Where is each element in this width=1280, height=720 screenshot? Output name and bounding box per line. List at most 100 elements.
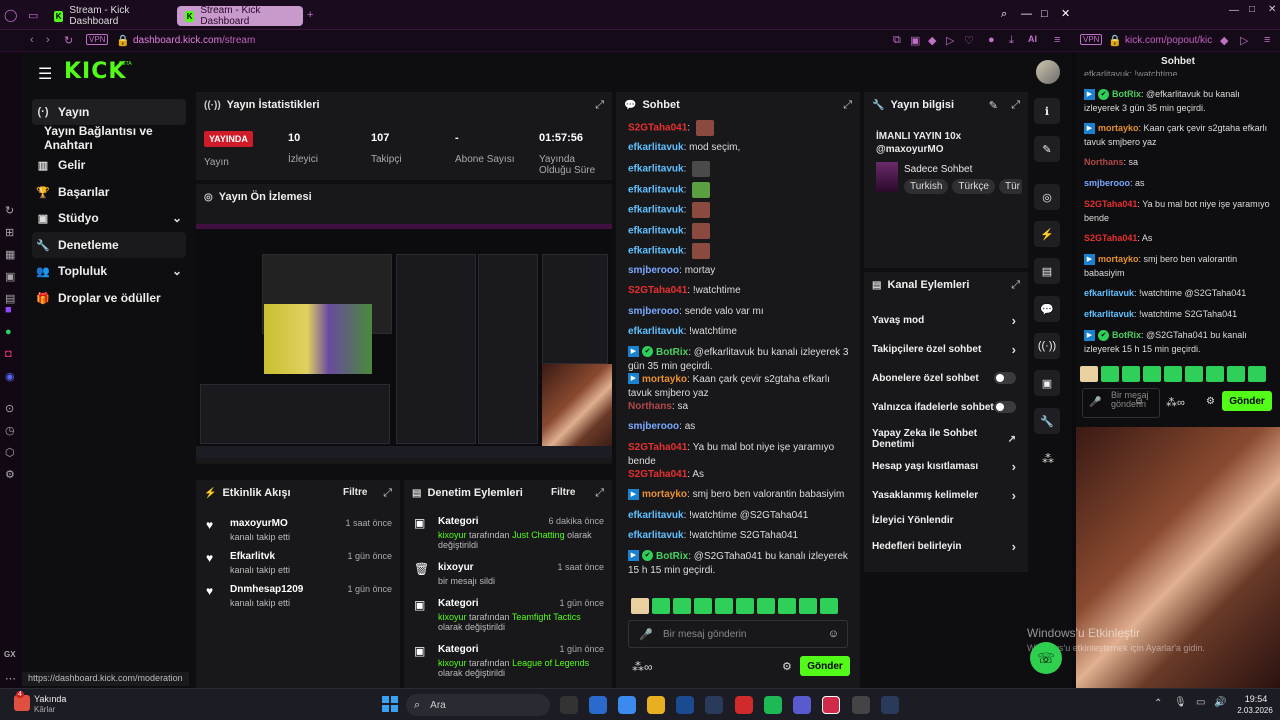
chat-username[interactable]: smjberooo bbox=[628, 421, 679, 432]
chat-input[interactable]: 🎤 Bir mesaj gönderin ☺ bbox=[628, 620, 848, 648]
chat-username[interactable]: efkarlitavuk bbox=[1084, 309, 1134, 319]
whatsapp-icon[interactable]: ● bbox=[5, 326, 12, 338]
chat-username[interactable]: S2GTaha041 bbox=[628, 285, 687, 296]
messenger-icon[interactable]: ▣ bbox=[5, 270, 15, 283]
chat-settings-icon[interactable]: ⚙ bbox=[782, 660, 792, 673]
emoji-icon[interactable]: ☺ bbox=[1134, 396, 1144, 407]
opera-icon[interactable] bbox=[735, 696, 753, 714]
nav-item-studyo[interactable]: ▣ Stüdyo ⌄ bbox=[32, 205, 186, 231]
menu-icon[interactable]: ≡ bbox=[1054, 34, 1060, 46]
emoji-icon[interactable]: ☺ bbox=[828, 628, 839, 640]
modactions-filter-button[interactable]: Filtre bbox=[551, 487, 575, 498]
emote-icon[interactable] bbox=[820, 598, 838, 614]
mic-tray-icon[interactable]: 🎙 bbox=[1174, 697, 1187, 708]
chat-username[interactable]: efkarlitavuk bbox=[628, 326, 684, 337]
chat-username[interactable]: smjberooo bbox=[628, 306, 679, 317]
hamburger-menu-icon[interactable]: ☰ bbox=[38, 64, 52, 84]
twitch-icon[interactable]: ■ bbox=[5, 304, 12, 316]
browser-tab-2-active[interactable]: K Stream - Kick Dashboard bbox=[177, 5, 303, 27]
pencil-icon[interactable]: ✎ bbox=[1034, 136, 1060, 162]
emote-icon[interactable] bbox=[1227, 366, 1245, 382]
expand-icon[interactable]: ⤢ bbox=[1011, 279, 1020, 292]
popout-minimize-icon[interactable]: — bbox=[1229, 5, 1239, 16]
nav-item-topluluk[interactable]: 👥 Topluluk ⌄ bbox=[32, 258, 186, 284]
info-icon[interactable]: ℹ bbox=[1034, 98, 1060, 124]
emote-icon[interactable] bbox=[652, 598, 670, 614]
network-icon[interactable]: ▭ bbox=[1196, 697, 1205, 708]
cube-icon[interactable]: ⬡ bbox=[5, 446, 15, 459]
edit-icon[interactable]: ✎ bbox=[989, 99, 998, 112]
emote-icon[interactable] bbox=[1206, 366, 1224, 382]
popout-shield-icon[interactable]: ◆ bbox=[1220, 34, 1228, 47]
kick-logo[interactable]: KICK bbox=[64, 59, 126, 84]
emote-icon[interactable] bbox=[1080, 366, 1098, 382]
vpn-badge[interactable]: VPN bbox=[86, 34, 109, 45]
chat-username[interactable]: efkarlitavuk bbox=[1084, 288, 1134, 298]
search-tabs-icon[interactable]: ⌕ bbox=[1001, 8, 1007, 21]
expand-icon[interactable]: ⤢ bbox=[1011, 99, 1020, 112]
shield-icon[interactable]: ◆ bbox=[928, 34, 936, 47]
reload-icon[interactable]: ↻ bbox=[64, 34, 73, 47]
opera-logo-icon[interactable]: ◯ bbox=[4, 8, 17, 22]
chat-username[interactable]: S2GTaha041 bbox=[1084, 233, 1137, 243]
emote-icon[interactable] bbox=[1248, 366, 1266, 382]
emote-icon[interactable] bbox=[757, 598, 775, 614]
windows-start-icon[interactable] bbox=[382, 696, 398, 712]
list-icon[interactable]: ▤ bbox=[1034, 258, 1060, 284]
chat-username[interactable]: Northans bbox=[628, 401, 672, 412]
ai-button[interactable]: AI bbox=[1028, 34, 1037, 44]
points-icon[interactable]: ⁂∞ bbox=[1166, 396, 1185, 409]
tray-chevron-icon[interactable]: ⌃ bbox=[1154, 698, 1162, 709]
activity-filter-button[interactable]: Filtre bbox=[343, 487, 367, 498]
instagram-icon[interactable]: ◘ bbox=[5, 348, 12, 360]
nav-item-stream-key[interactable]: Yayın Bağlantısı ve Anahtarı bbox=[32, 124, 192, 152]
steam-icon[interactable] bbox=[705, 696, 723, 714]
url-field[interactable]: dashboard.kick.com/stream bbox=[133, 35, 255, 46]
popout-close-icon[interactable]: ✕ bbox=[1268, 4, 1276, 15]
discord-icon[interactable]: ◉ bbox=[5, 370, 15, 383]
preview-toggle-icon[interactable]: ◎ bbox=[1034, 184, 1060, 210]
widgets-icon[interactable] bbox=[589, 696, 607, 714]
tag[interactable]: Turkish bbox=[904, 179, 949, 194]
steam-2-icon[interactable] bbox=[881, 696, 899, 714]
emote-icon[interactable] bbox=[631, 598, 649, 614]
chat-username[interactable]: efkarlitavuk bbox=[628, 205, 684, 216]
popout-settings-icon[interactable]: ⚙ bbox=[1206, 396, 1215, 407]
emote-icon[interactable] bbox=[694, 598, 712, 614]
expand-icon[interactable]: ⤢ bbox=[595, 99, 604, 112]
stream-category[interactable]: Sadece Sohbet bbox=[904, 164, 972, 175]
emote-icon[interactable] bbox=[1122, 366, 1140, 382]
channel-action-raid[interactable]: İzleyici Yönlendir bbox=[872, 510, 1020, 530]
channel-action-emote-only[interactable]: Yalnızca ifadelerle sohbet bbox=[872, 397, 1020, 417]
popout-maximize-icon[interactable]: □ bbox=[1249, 4, 1255, 15]
new-tab-icon[interactable]: + bbox=[307, 9, 313, 21]
chat-username[interactable]: BotRix bbox=[1112, 89, 1141, 99]
chat-username[interactable]: efkarlitavuk bbox=[628, 225, 684, 236]
settings-icon[interactable]: ⚙ bbox=[5, 468, 15, 481]
broadcast-toggle-icon[interactable]: ((·)) bbox=[1034, 333, 1060, 359]
store-icon[interactable]: ⊞ bbox=[5, 226, 14, 239]
chat-username[interactable]: efkarlitavuk bbox=[628, 530, 684, 541]
extension-icon[interactable]: ⧉ bbox=[893, 34, 901, 47]
chat-username[interactable]: mortayko bbox=[642, 374, 687, 385]
popout-play-icon[interactable]: ▷ bbox=[1240, 34, 1248, 47]
popout-url-field[interactable]: kick.com/popout/kic bbox=[1125, 35, 1212, 46]
chat-username[interactable]: BotRix bbox=[1112, 330, 1141, 340]
nav-item-droplar[interactable]: 🎁 Droplar ve ödüller bbox=[32, 285, 186, 311]
toggle-switch[interactable] bbox=[994, 401, 1016, 413]
expand-icon[interactable]: ⤢ bbox=[843, 99, 852, 112]
emote-icon[interactable] bbox=[715, 598, 733, 614]
browser-tab-1[interactable]: K Stream - Kick Dashboard bbox=[46, 5, 172, 27]
emote-icon[interactable] bbox=[1164, 366, 1182, 382]
chat-username[interactable]: mortayko bbox=[642, 489, 687, 500]
popout-send-button[interactable]: Gönder bbox=[1222, 391, 1272, 411]
chat-username[interactable]: smjberooo bbox=[628, 265, 679, 276]
chat-username[interactable]: S2GTaha041 bbox=[628, 123, 687, 134]
chat-username[interactable]: efkarlitavuk bbox=[628, 164, 684, 175]
back-icon[interactable]: ‹ bbox=[30, 34, 34, 46]
channel-action-banned-words[interactable]: Yasaklanmış kelimeler › bbox=[872, 485, 1020, 505]
popout-vpn-badge[interactable]: VPN bbox=[1080, 34, 1103, 45]
wrench-toggle-icon[interactable]: 🔧 bbox=[1034, 408, 1060, 434]
emote-icon[interactable] bbox=[736, 598, 754, 614]
chat-toggle-icon[interactable]: 💬 bbox=[1034, 296, 1060, 322]
